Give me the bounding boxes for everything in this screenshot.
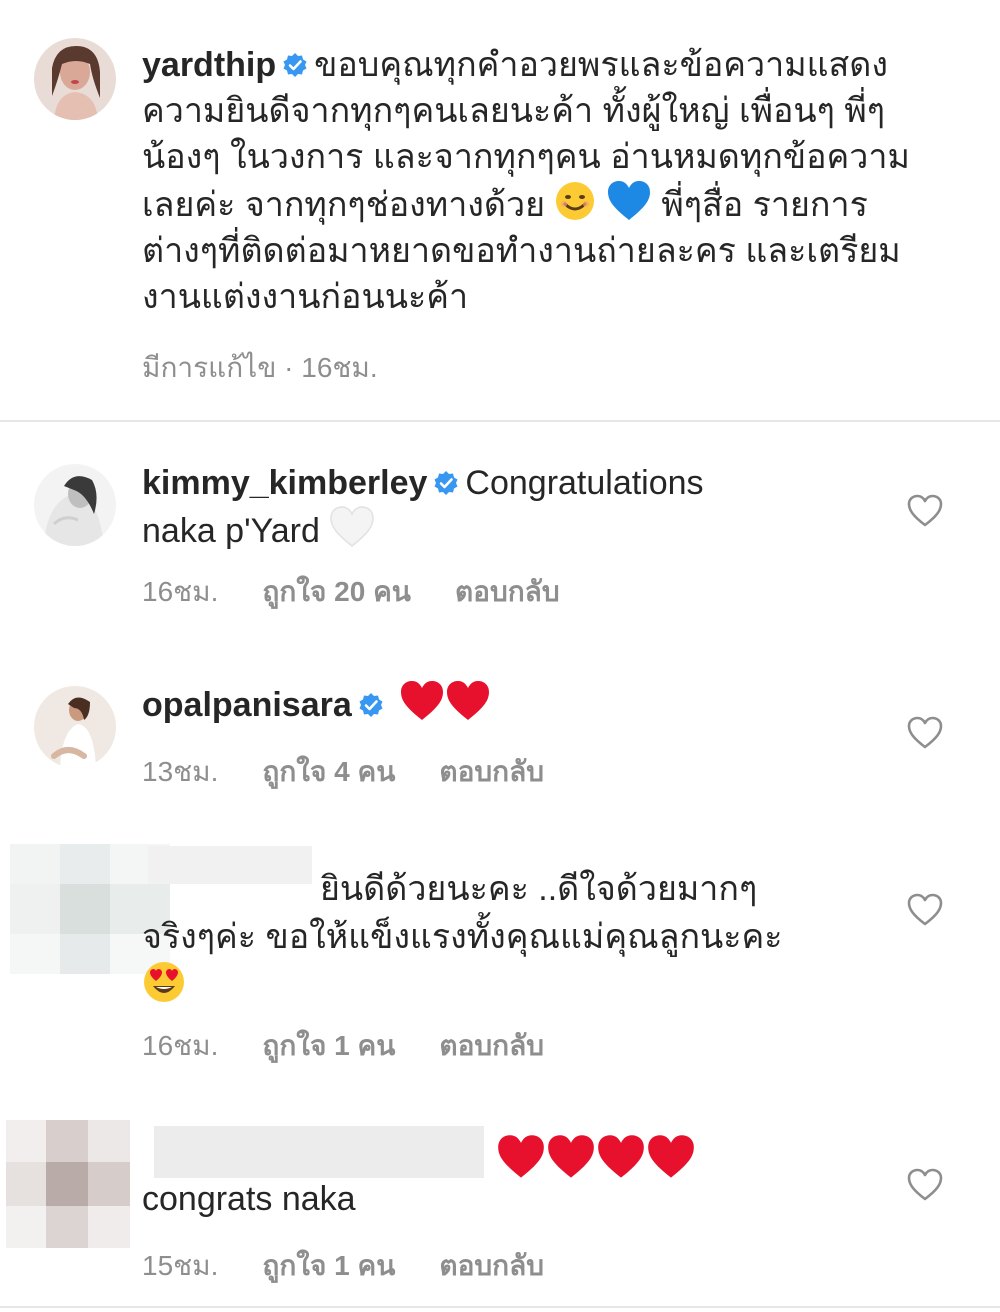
comment-emoji-row	[496, 1134, 696, 1180]
like-heart-icon[interactable]	[907, 494, 943, 528]
comment-reply-button[interactable]: ตอบกลับ	[439, 750, 544, 794]
like-heart-icon[interactable]	[907, 716, 943, 750]
comment-reply-button[interactable]: ตอบกลับ	[439, 1024, 544, 1068]
caption-meta-text: มีการแก้ไข · 16ชม.	[142, 352, 378, 383]
red-heart-emoji	[596, 1134, 646, 1180]
comment-body: kimmy_kimberley Congratulations naka p'Ya…	[142, 460, 802, 554]
caption-username[interactable]: yardthip	[142, 46, 276, 84]
verified-badge-icon	[433, 470, 459, 496]
comment-username[interactable]: kimmy_kimberley	[142, 464, 427, 502]
caption-line-4: เลยค่ะ จากทุกๆช่องทางด้วย	[142, 186, 545, 224]
caption-body: yardthip ขอบคุณทุกคำอวยพรและข้อความแสดง ค…	[142, 42, 940, 320]
caption-line-6: ต่างๆที่ติดต่อมาหยาดขอทำงานถ่ายละคร และเ…	[142, 232, 901, 270]
bottom-divider	[0, 1306, 1000, 1308]
comment-text-line-2: จริงๆค่ะ ขอให้แข็งแรงทั้งคุณแม่คุณลูกนะค…	[142, 918, 783, 956]
comment-meta: 13ชม. ถูกใจ 4 คน ตอบกลับ	[142, 750, 544, 794]
comment-meta: 15ชม. ถูกใจ 1 คน ตอบกลับ	[142, 1244, 544, 1288]
blue-heart-emoji	[606, 180, 652, 222]
comment-time: 16ชม.	[142, 576, 219, 607]
comment-reply-button[interactable]: ตอบกลับ	[439, 1244, 544, 1288]
comment-reply-button[interactable]: ตอบกลับ	[455, 570, 560, 614]
heart-eyes-emoji	[142, 960, 186, 1004]
caption-section: yardthip ขอบคุณทุกคำอวยพรและข้อความแสดง ค…	[0, 0, 1000, 422]
pixelated-avatar[interactable]	[6, 1120, 130, 1248]
comment-text-line-1: congrats naka	[142, 1180, 356, 1218]
avatar-opalpanisara[interactable]	[34, 686, 116, 768]
verified-badge-icon	[358, 692, 384, 718]
caption-line-5: พี่ๆสื่อ รายการ	[661, 186, 868, 224]
caption-meta: มีการแก้ไข · 16ชม.	[142, 346, 378, 390]
comment-text-line-1-container: ยินดีด้วยนะคะ ..ดีใจด้วยมากๆ	[320, 866, 940, 912]
comment-likes-link[interactable]: ถูกใจ 1 คน	[262, 1024, 395, 1068]
avatar-kimmy-kimberley[interactable]	[34, 464, 116, 546]
like-heart-icon[interactable]	[907, 893, 943, 927]
verified-badge-icon	[282, 52, 308, 78]
comment-time: 16ชม.	[142, 1030, 219, 1061]
red-heart-emoji	[646, 1134, 696, 1180]
smiling-face-emoji	[554, 180, 596, 222]
pixelated-username[interactable]	[154, 1126, 484, 1178]
white-heart-emoji	[329, 506, 375, 548]
comment-time: 15ชม.	[142, 1250, 219, 1281]
red-heart-emoji	[445, 680, 491, 722]
comment-text-line-1: Congratulations	[465, 464, 704, 502]
caption-line-1: ขอบคุณทุกคำอวยพรและข้อความแสดง	[314, 46, 888, 84]
comment-body: congrats naka	[142, 1176, 940, 1222]
comment-meta: 16ชม. ถูกใจ 20 คน ตอบกลับ	[142, 570, 560, 614]
comment-body: จริงๆค่ะ ขอให้แข็งแรงทั้งคุณแม่คุณลูกนะค…	[142, 914, 940, 1010]
caption-line-7: งานแต่งงานก่อนนะค้า	[142, 278, 469, 316]
avatar-yardthip[interactable]	[34, 38, 116, 120]
comment-body: opalpanisara	[142, 680, 940, 728]
red-heart-emoji	[496, 1134, 546, 1180]
comment-username[interactable]: opalpanisara	[142, 686, 352, 724]
comment-text-line-1: ยินดีด้วยนะคะ ..ดีใจด้วยมากๆ	[320, 870, 758, 908]
comment-time: 13ชม.	[142, 756, 219, 787]
comment-text-line-2: naka p'Yard	[142, 512, 320, 550]
comment-likes-link[interactable]: ถูกใจ 4 คน	[262, 750, 395, 794]
comment-likes-link[interactable]: ถูกใจ 1 คน	[262, 1244, 395, 1288]
like-heart-icon[interactable]	[907, 1168, 943, 1202]
pixelated-username[interactable]	[148, 846, 312, 884]
comment-meta: 16ชม. ถูกใจ 1 คน ตอบกลับ	[142, 1024, 544, 1068]
caption-line-2: ความยินดีจากทุกๆคนเลยนะค้า ทั้งผู้ใหญ่ เ…	[142, 92, 886, 130]
red-heart-emoji	[546, 1134, 596, 1180]
comment-likes-link[interactable]: ถูกใจ 20 คน	[262, 570, 411, 614]
red-heart-emoji	[399, 680, 445, 722]
caption-line-3: น้องๆ ในวงการ และจากทุกๆคน อ่านหมดทุกข้อ…	[142, 138, 910, 176]
